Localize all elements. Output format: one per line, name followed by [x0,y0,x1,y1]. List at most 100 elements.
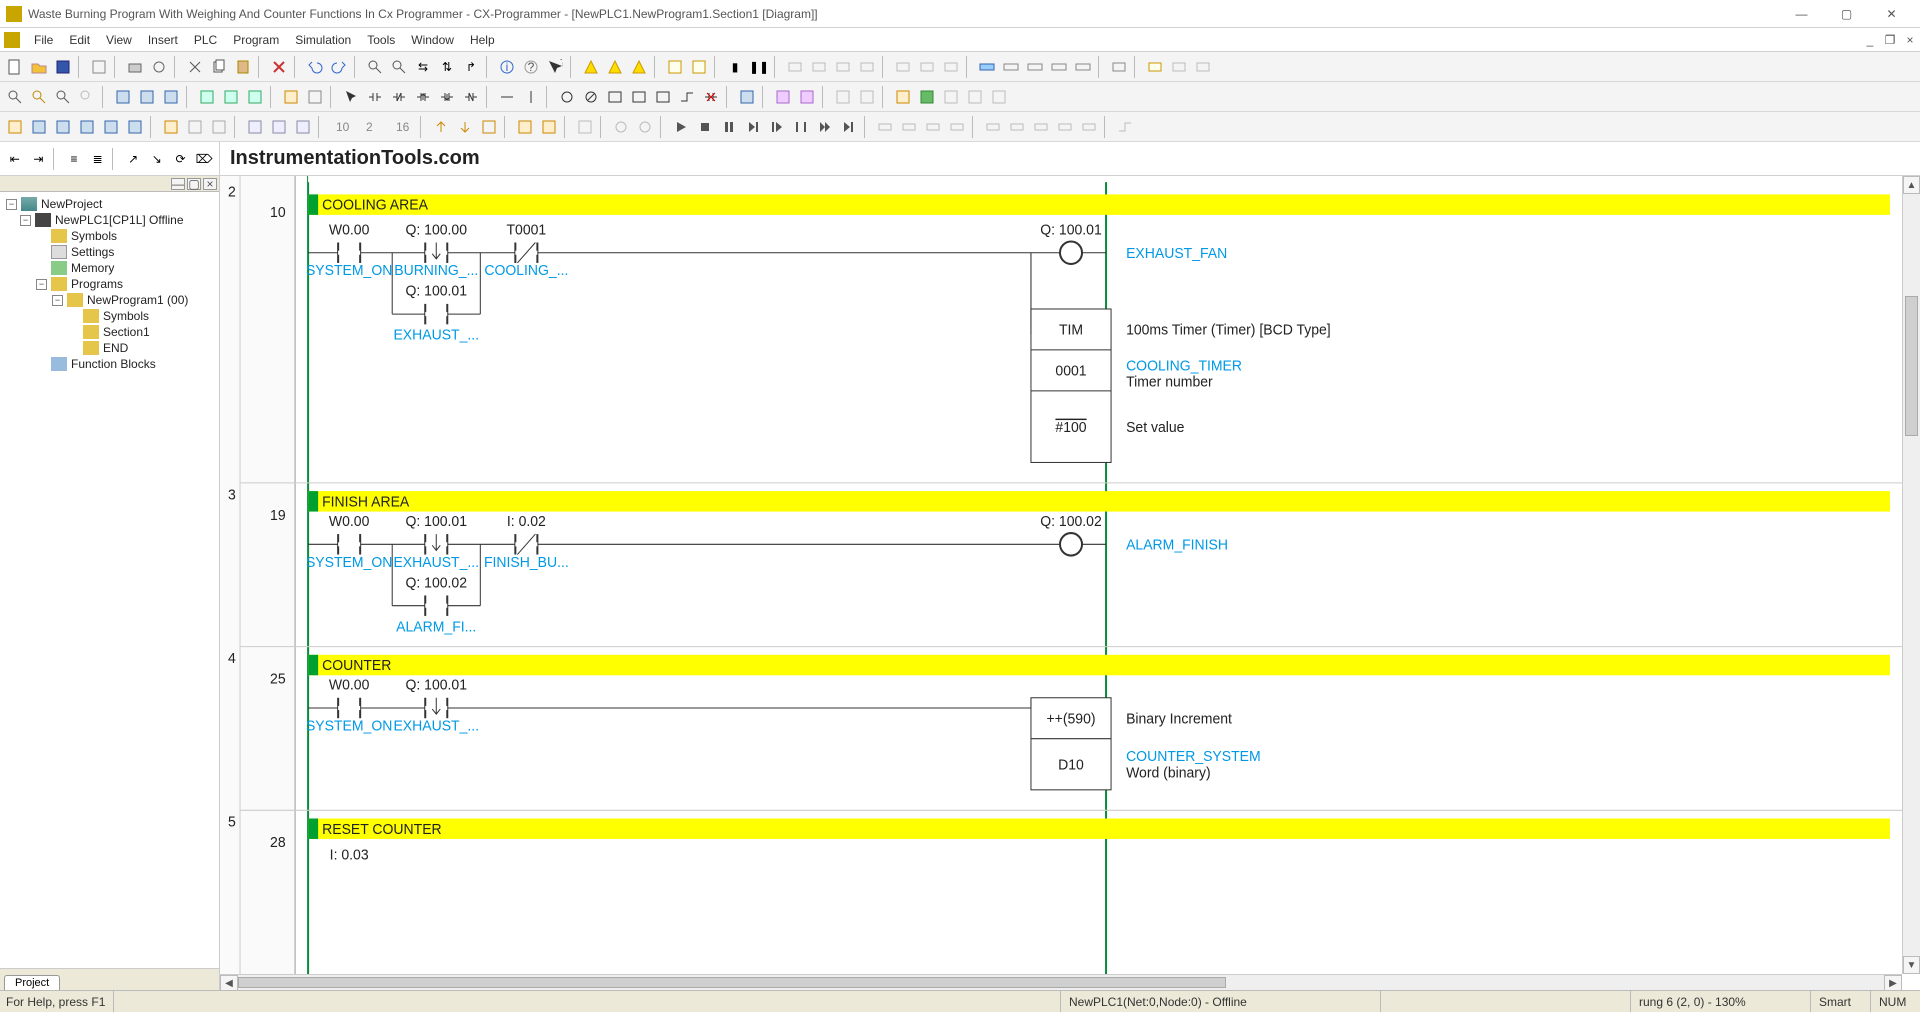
align-icon[interactable]: ≡ [63,148,85,170]
tool-icon[interactable] [874,116,896,138]
tool-icon[interactable] [220,86,242,108]
menu-file[interactable]: File [26,28,61,52]
tool-icon[interactable] [916,86,938,108]
contact-falling[interactable]: Q: 100.00 BURNING_... [394,222,478,279]
contact-no[interactable]: W0.00 SYSTEM_ON [306,514,392,571]
end-icon[interactable] [838,116,860,138]
tool-icon[interactable] [514,116,536,138]
tool-icon[interactable] [160,116,182,138]
indent-icon[interactable]: ⇥ [28,148,50,170]
open-icon[interactable] [28,56,50,78]
print-icon[interactable] [124,56,146,78]
tree-end[interactable]: END [2,340,217,356]
copy-icon[interactable] [208,56,230,78]
tool-icon[interactable] [184,116,206,138]
tool-icon[interactable] [52,116,74,138]
zoom-in-icon[interactable] [28,86,50,108]
help-icon[interactable]: ? [520,56,542,78]
scroll-thumb[interactable] [1905,296,1918,436]
tool-icon[interactable] [856,86,878,108]
cut-icon[interactable] [184,56,206,78]
delete-icon[interactable] [268,56,290,78]
preview-icon[interactable] [148,56,170,78]
ladder-canvas[interactable]: 2 10 COOLING AREA W0.00 SYSTEM_ON [220,176,1902,974]
play-icon[interactable] [670,116,692,138]
scroll-thumb[interactable] [238,977,1226,988]
instruction-box[interactable]: ++(590) D10 [1031,698,1111,790]
tool-icon[interactable] [112,86,134,108]
tool-icon[interactable]: ⟳ [170,148,192,170]
tool-icon[interactable] [244,86,266,108]
contact-no-icon[interactable] [364,86,386,108]
tool-icon[interactable] [574,116,596,138]
tool-icon[interactable] [1114,116,1136,138]
instr-icon[interactable] [676,86,698,108]
tool-icon[interactable] [1054,116,1076,138]
select-icon[interactable] [340,86,362,108]
menu-simulation[interactable]: Simulation [287,28,359,52]
tool-icon[interactable] [940,86,962,108]
tool-icon[interactable] [988,86,1010,108]
tool-icon[interactable] [1048,56,1070,78]
tool-icon[interactable] [208,116,230,138]
close-button[interactable]: ✕ [1869,0,1914,28]
contact-falling[interactable]: Q: 100.01 EXHAUST_... [393,677,479,734]
instr-icon[interactable] [604,86,626,108]
tree-pin-icon[interactable]: — [171,178,185,190]
tool-icon[interactable] [136,86,158,108]
hline-icon[interactable] [496,86,518,108]
tool-icon[interactable] [946,116,968,138]
tool-icon[interactable] [772,86,794,108]
pause-icon[interactable]: ❚❚ [748,56,770,78]
menu-tools[interactable]: Tools [359,28,403,52]
menu-help[interactable]: Help [462,28,503,52]
tool-icon[interactable] [1030,116,1052,138]
tree-close-icon[interactable]: × [203,178,217,190]
zoom-out-icon[interactable] [52,86,74,108]
mdi-minimize-button[interactable]: _ [1860,33,1880,47]
tool-icon[interactable] [28,116,50,138]
tool-icon[interactable] [1108,56,1130,78]
contact-nc[interactable]: I: 0.02 FINISH_BU... [484,514,569,571]
tool-icon[interactable] [982,116,1004,138]
scroll-up-icon[interactable]: ▲ [1903,176,1920,194]
tree-plc[interactable]: −NewPLC1[CP1L] Offline [2,212,217,228]
tree-root[interactable]: −NewProject [2,196,217,212]
tool-icon[interactable] [304,86,326,108]
tool-icon[interactable] [538,116,560,138]
stop-icon[interactable] [694,116,716,138]
tool-icon[interactable] [610,116,632,138]
vertical-scrollbar[interactable]: ▲ ▼ [1902,176,1920,974]
tool-icon[interactable] [964,86,986,108]
tool-icon[interactable] [244,116,266,138]
pause-icon[interactable] [718,116,740,138]
new-icon[interactable] [4,56,26,78]
tree-programs[interactable]: −Programs [2,276,217,292]
contact-falling[interactable]: Q: 100.01 EXHAUST_... [393,514,479,571]
whatsthis-icon[interactable]: ? [544,56,566,78]
instr-icon[interactable] [628,86,650,108]
tool-icon[interactable] [430,116,452,138]
tool-icon[interactable] [1000,56,1022,78]
tool-icon[interactable] [784,56,806,78]
tree-dock-icon[interactable]: ▢ [187,178,201,190]
fwd-icon[interactable] [814,116,836,138]
menu-insert[interactable]: Insert [140,28,186,52]
minimize-button[interactable]: — [1779,0,1824,28]
tool-icon[interactable] [160,86,182,108]
tree-tab-project[interactable]: Project [4,975,60,990]
contact-nc-icon[interactable] [388,86,410,108]
tool-icon[interactable] [124,116,146,138]
menu-program[interactable]: Program [225,28,287,52]
warn-icon[interactable] [628,56,650,78]
tool-icon[interactable] [916,56,938,78]
undo-icon[interactable] [304,56,326,78]
tool-icon[interactable] [892,56,914,78]
tool-icon[interactable]: ⌦ [193,148,215,170]
tool-icon[interactable] [856,56,878,78]
tool-icon[interactable]: ⇆ [412,56,434,78]
tool-icon[interactable] [1144,56,1166,78]
menu-view[interactable]: View [98,28,140,52]
vline-icon[interactable] [520,86,542,108]
tool-icon[interactable] [1024,56,1046,78]
